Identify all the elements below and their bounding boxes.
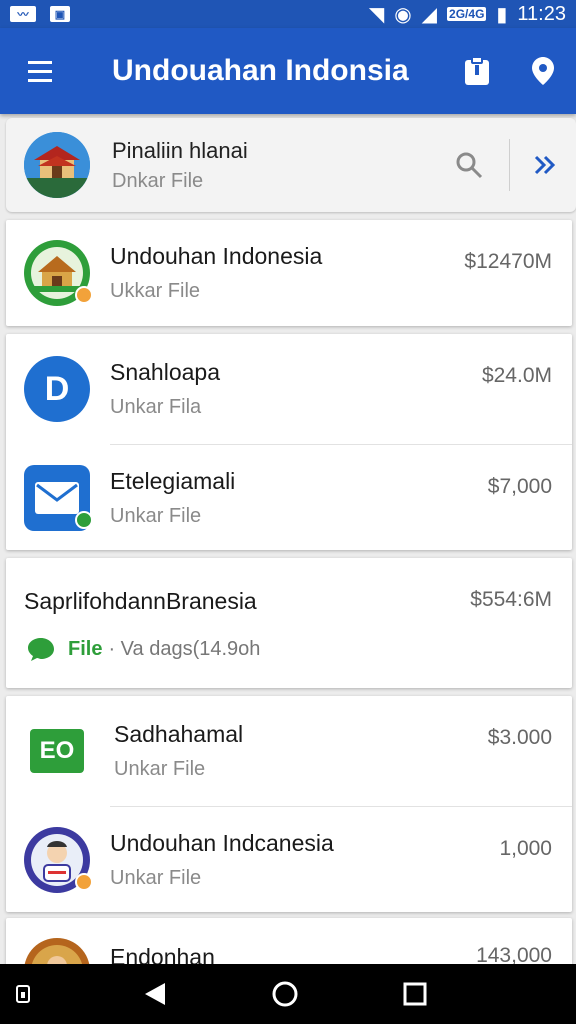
list-item[interactable]: D Snahloapa Unkar Fila $24.0M — [6, 334, 572, 444]
network-label: 2G/4G — [447, 7, 487, 21]
item-subtitle: Unkar File — [114, 758, 206, 780]
sync-icon: ◉ — [394, 3, 412, 26]
eo-logo-icon: EO — [30, 729, 84, 773]
person-avatar-icon — [24, 826, 93, 893]
list-item[interactable]: Etelegiamali Unkar File $7,000 — [6, 445, 572, 550]
item-price: $554:6M — [470, 588, 552, 611]
back-triangle-icon — [145, 983, 165, 1005]
status-badge — [75, 872, 93, 891]
screenshot-icon: ▣ — [50, 6, 70, 22]
sim-icon — [16, 985, 30, 1003]
search-icon — [456, 152, 483, 179]
search-card-title: Pinaliin hlanai — [112, 137, 248, 163]
sim-button[interactable] — [0, 964, 46, 1024]
recents-button[interactable] — [350, 964, 480, 1024]
home-button[interactable] — [220, 964, 350, 1024]
hamburger-icon — [28, 58, 52, 85]
item-price: $12470M — [464, 250, 552, 273]
chat-bubble-icon — [28, 638, 54, 661]
mail-icon — [24, 464, 93, 531]
list-card: Undouhan Indonesia Ukkar File $12470M — [6, 220, 572, 326]
clipboard-button[interactable] — [444, 28, 510, 114]
battery-icon: ▮ — [496, 3, 508, 26]
search-card-subtitle: Dnkar File — [112, 169, 204, 192]
item-name: SaprlifohdannBranesia — [24, 588, 257, 614]
file-detail: · Va dags(14.9oh — [108, 637, 261, 660]
status-badge — [75, 510, 93, 529]
item-subtitle: Unkar File — [110, 866, 202, 889]
location-button[interactable] — [510, 28, 576, 114]
list-item[interactable]: EO Sadhahamal Unkar File $3.000 — [6, 696, 572, 806]
status-badge — [75, 286, 93, 304]
clipboard-icon — [465, 56, 489, 85]
clock: 11:23 — [517, 2, 566, 25]
system-nav-bar — [0, 964, 576, 1024]
pagoda-avatar-icon — [24, 132, 90, 198]
item-price: 1,000 — [499, 837, 552, 860]
search-card[interactable]: Pinaliin hlanai Dnkar File — [6, 118, 576, 212]
recents-square-icon — [403, 982, 427, 1006]
item-subtitle: Unkar File — [110, 504, 202, 527]
search-button[interactable] — [439, 135, 499, 195]
item-price: $3.000 — [487, 726, 552, 749]
temple-icon — [24, 240, 93, 306]
status-bar: 〰 ▣ ◥ ◉ ◢ 2G/4G ▮ 11:23 — [0, 0, 576, 28]
forward-button[interactable] — [520, 135, 570, 195]
double-chevron-right-icon — [534, 155, 556, 175]
home-circle-icon — [272, 981, 298, 1007]
notification-icon: 〰 — [10, 6, 36, 22]
divider — [509, 139, 510, 191]
d-logo-icon: D — [24, 356, 90, 422]
file-label: File — [68, 637, 103, 660]
list-card: D Snahloapa Unkar Fila $24.0M Etelegiama… — [6, 334, 572, 550]
wifi-icon: ◥ — [368, 3, 385, 26]
item-price: $24.0M — [481, 364, 552, 387]
list-item[interactable]: Undouhan Indcanesia Unkar File 1,000 — [6, 807, 572, 912]
list-item[interactable]: Undouhan Indonesia Ukkar File $12470M — [6, 220, 572, 326]
item-subtitle: Ukkar File — [110, 280, 201, 302]
list-card: EO Sadhahamal Unkar File $3.000 Undouhan… — [6, 696, 572, 912]
menu-button[interactable] — [0, 28, 80, 114]
signal-icon: ◢ — [421, 3, 438, 26]
location-pin-icon — [532, 57, 554, 85]
list-card[interactable]: SaprlifohdannBranesia $554:6M File · Va … — [6, 558, 572, 688]
item-price: $7,000 — [487, 475, 552, 498]
item-subtitle: Unkar Fila — [110, 396, 202, 418]
app-bar: Undouahan Indonsia — [0, 28, 576, 114]
app-title: Undouahan Indonsia — [112, 54, 409, 87]
back-button[interactable] — [90, 964, 220, 1024]
